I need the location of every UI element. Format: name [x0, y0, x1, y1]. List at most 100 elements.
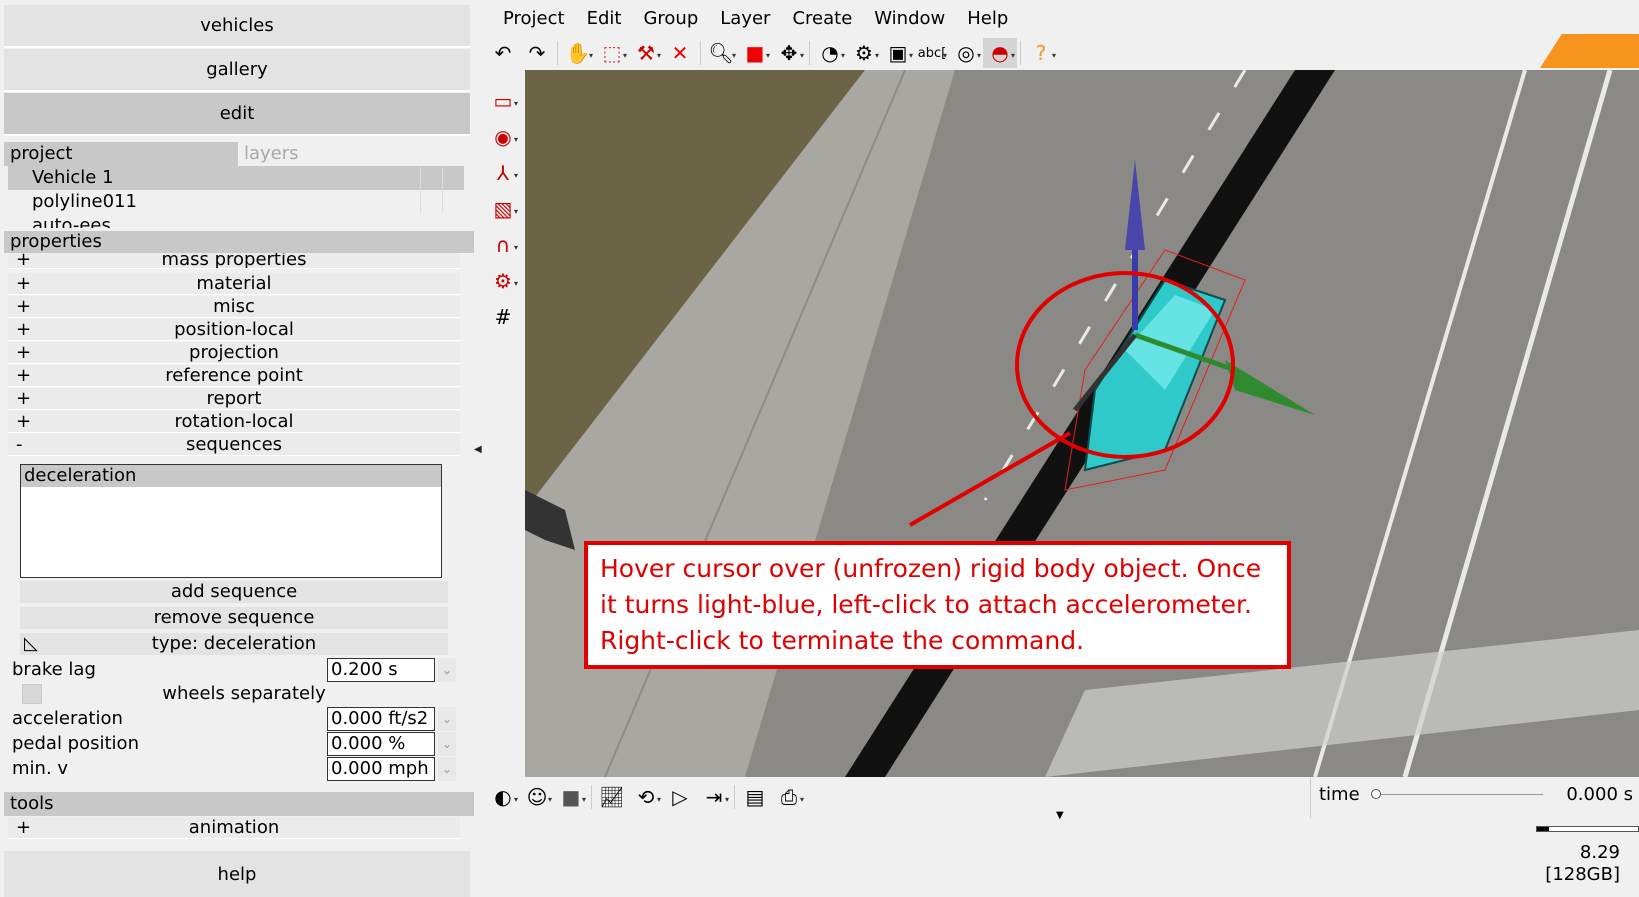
magnet-icon[interactable]: ∩ ▾ [486, 230, 520, 260]
visibility-toggle[interactable] [420, 167, 442, 189]
layer-item-auto-ees[interactable]: auto-ees [8, 214, 464, 228]
zoom-icon[interactable]: 🔍︎ ▾ [704, 38, 738, 68]
pedal-position-spinner[interactable]: ⌄ [438, 732, 456, 756]
redo-icon[interactable]: ↷ [520, 38, 554, 68]
menu-window[interactable]: Window [863, 6, 956, 34]
add-sequence-button[interactable]: add sequence [20, 581, 448, 603]
tools-header: tools [4, 792, 474, 816]
prop-label: report [206, 388, 262, 409]
expand-icon: + [16, 342, 32, 363]
expand-icon: + [16, 365, 32, 386]
target-circle-icon[interactable]: ◉ ▾ [486, 122, 520, 152]
select-icon[interactable]: ⬚ ▾ [595, 38, 629, 68]
time-slider-track[interactable] [1375, 794, 1543, 795]
hand-icon[interactable]: ✋ ▾ [561, 38, 595, 68]
axes-icon[interactable]: ⅄ ▾ [486, 158, 520, 188]
camera-point-icon[interactable]: ▭ ▾ [486, 86, 520, 116]
min-v-input[interactable]: 0.000 mph [327, 757, 435, 781]
progress-fill [1537, 827, 1550, 831]
menu-project[interactable]: Project [492, 6, 576, 34]
layer-item-label: auto-ees [32, 215, 111, 228]
print-icon[interactable]: ⎙ ▾ [772, 782, 806, 812]
prop-sequences[interactable]: - sequences [8, 434, 460, 456]
menu-help[interactable]: Help [956, 6, 1019, 34]
dropdown-arrow-icon[interactable]: ▼ [1056, 810, 1064, 821]
image-icon[interactable]: ▧ ▾ [486, 194, 520, 224]
brake-lag-spinner[interactable]: ⌄ [438, 658, 456, 682]
lock-toggle[interactable] [442, 167, 464, 189]
prop-label: sequences [185, 434, 283, 455]
group-icon[interactable]: ⚙ ▾ [847, 38, 881, 68]
text-icon[interactable]: abc[▾ [915, 38, 949, 68]
visibility-toggle[interactable] [420, 191, 442, 213]
prop-rotation-local[interactable]: + rotation-local [8, 411, 460, 433]
sequence-type-button[interactable]: ◺ type: deceleration [20, 633, 448, 655]
step-icon[interactable]: ⇥ ▾ [697, 782, 731, 812]
project-layers-tabs: project layers [4, 142, 474, 166]
tab-layers[interactable]: layers [238, 142, 474, 166]
sequence-type-label: type: deceleration [151, 633, 317, 654]
prop-report[interactable]: + report [8, 388, 460, 410]
prop-misc[interactable]: + misc [8, 296, 460, 318]
pedal-position-input[interactable]: 0.000 % [327, 732, 435, 756]
prop-material[interactable]: + material [8, 273, 460, 295]
gear-record-icon[interactable]: ⚙ ▾ [486, 266, 520, 296]
sequence-item[interactable]: deceleration [21, 465, 441, 487]
memory-value: 8.29 [1579, 842, 1620, 863]
brake-lag-input[interactable]: 0.200 s [327, 658, 435, 682]
time-slider-knob[interactable] [1371, 789, 1381, 799]
path-icon[interactable]: ⟲ ▾ [629, 782, 663, 812]
remove-sequence-button[interactable]: remove sequence [20, 607, 448, 629]
acceleration-input[interactable]: 0.000 ft/s2 [327, 707, 435, 731]
prop-position-local[interactable]: + position-local [8, 319, 460, 341]
vehicles-button[interactable]: vehicles [4, 5, 470, 48]
grid-icon[interactable]: # [486, 302, 520, 332]
head-icon[interactable]: ☺ ▾ [520, 782, 554, 812]
menu-create[interactable]: Create [781, 6, 863, 34]
display-icon[interactable]: ▣ ▾ [881, 38, 915, 68]
3d-viewport[interactable] [525, 70, 1639, 777]
sequence-list[interactable]: deceleration [20, 464, 442, 578]
acceleration-spinner[interactable]: ⌄ [438, 707, 456, 731]
help-button[interactable]: help [4, 851, 470, 897]
delete-icon[interactable]: ✕ [663, 38, 697, 68]
shading-icon[interactable]: ◐ ▾ [486, 782, 520, 812]
move-icon[interactable]: ✥ ▾ [772, 38, 806, 68]
prop-label: reference point [165, 365, 303, 386]
bottom-toolbar: ◐ ▾ ☺ ▾ ■ ▾ 📈︎ ⟲ ▾ ▷ ⇥ ▾ ▤ ⎙ ▾ [486, 780, 806, 814]
prop-mass-properties[interactable]: + mass properties [8, 253, 460, 269]
min-v-spinner[interactable]: ⌄ [438, 757, 456, 781]
tool-animation[interactable]: + animation [8, 817, 460, 839]
menu-group[interactable]: Group [632, 6, 709, 34]
measure-icon[interactable]: ◔ ▾ [813, 38, 847, 68]
prop-projection[interactable]: + projection [8, 342, 460, 364]
graph-icon[interactable]: 📈︎ [595, 782, 629, 812]
color-swatch-icon[interactable]: ■ ▾ [554, 782, 588, 812]
layer-item-polyline011[interactable]: polyline011 [8, 190, 464, 214]
edit-button[interactable]: edit [4, 93, 470, 136]
gauge-icon[interactable]: ◓ ▾ [983, 38, 1017, 68]
layer-item-vehicle-1[interactable]: Vehicle 1 [8, 166, 464, 190]
prop-reference-point[interactable]: + reference point [8, 365, 460, 387]
tab-project[interactable]: project [4, 142, 238, 166]
menu-layer[interactable]: Layer [709, 6, 781, 34]
snap-icon[interactable]: ⚒ ▾ [629, 38, 663, 68]
help-icon[interactable]: ? ▾ [1024, 38, 1058, 68]
time-value: 0.000 s [1566, 784, 1633, 805]
report-icon[interactable]: ▤ [738, 782, 772, 812]
gallery-button[interactable]: gallery [4, 49, 470, 92]
memory-size: [128GB] [1545, 864, 1620, 885]
cube-icon[interactable]: ■ ▾ [738, 38, 772, 68]
callout-line: Right-click to terminate the command. [600, 626, 1085, 655]
lock-toggle[interactable] [442, 191, 464, 213]
target-icon[interactable]: ◎ ▾ [949, 38, 983, 68]
side-toolbar: ▭ ▾ ◉ ▾ ⅄ ▾ ▧ ▾ ∩ ▾ ⚙ ▾ # [486, 86, 520, 338]
prop-label: position-local [174, 319, 294, 340]
memory-progress-bar [1536, 826, 1639, 832]
play-icon[interactable]: ▷ [663, 782, 697, 812]
panel-collapse-icon[interactable]: ◀ [474, 444, 482, 455]
wheels-separately-label: wheels separately [162, 683, 326, 704]
text-icon-label: abc [917, 45, 942, 61]
menu-edit[interactable]: Edit [576, 6, 633, 34]
undo-icon[interactable]: ↶ [486, 38, 520, 68]
